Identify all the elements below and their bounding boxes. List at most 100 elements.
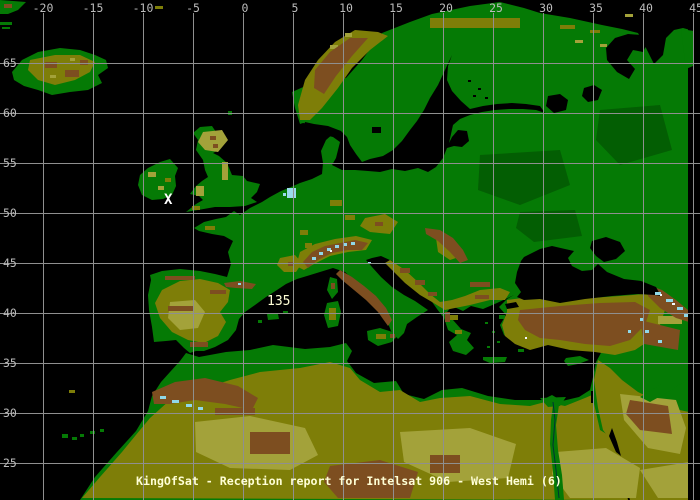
snow-caucasus-2 — [666, 299, 673, 302]
terrain-scotland-brown-1 — [210, 136, 216, 140]
snow-armenia-1 — [645, 330, 649, 333]
terrain-germany-2 — [345, 215, 355, 220]
terrain-tundra-3 — [625, 14, 633, 17]
europe-topo-map — [0, 0, 700, 500]
terrain-iceland-khaki-1 — [50, 75, 56, 78]
terrain-vosges — [300, 230, 308, 235]
terrain-cantabrian — [165, 276, 195, 280]
white-anatolia — [525, 337, 527, 339]
terrain-iceland-khaki-2 — [70, 58, 75, 61]
lon-label: 10 — [339, 2, 353, 14]
aegean-island-1 — [485, 322, 488, 324]
lon-label: 40 — [639, 2, 653, 14]
lat-label: 40 — [3, 307, 17, 319]
lon-label: 5 — [292, 2, 299, 14]
land-rhodes — [518, 349, 524, 352]
snow-caucasus-3 — [677, 307, 683, 310]
terrain-sierra-nevada — [190, 342, 208, 347]
lat-label: 65 — [3, 57, 17, 69]
sea-dead-sea — [591, 391, 593, 403]
land-mallorca — [267, 314, 279, 320]
terrain-sistema-central — [168, 306, 193, 311]
snow-armenia-2 — [658, 340, 662, 343]
terrain-stara-planina — [470, 282, 490, 287]
lat-label: 25 — [3, 457, 17, 469]
lake-ijsselmeer-2 — [283, 193, 286, 196]
land-lesbos — [499, 315, 505, 319]
terrain-iberia-brown-3 — [210, 290, 226, 294]
terrain-tundra-1 — [575, 40, 583, 43]
terrain-kola-1 — [560, 25, 575, 29]
terrain-tundra-2 — [600, 44, 607, 47]
aegean-island-3 — [497, 341, 500, 343]
lon-label: 30 — [539, 2, 553, 14]
terrain-iceland-brown-3 — [80, 60, 88, 65]
land-ibiza — [258, 320, 262, 323]
snow-atlas-4 — [198, 407, 203, 410]
terrain-corsica-brown — [331, 283, 335, 289]
terrain-kola-2 — [590, 30, 600, 33]
terrain-dinarides-2 — [415, 280, 425, 285]
land-canary-5 — [100, 429, 104, 432]
lon-label: -10 — [133, 2, 154, 14]
terrain-ireland-khaki-1 — [148, 172, 156, 177]
white-caucasus-2 — [672, 303, 675, 305]
lat-label: 60 — [3, 107, 17, 119]
snow-atlas-1 — [160, 396, 166, 399]
terrain-sicily-olive — [376, 334, 386, 339]
terrain-iceland-brown-1 — [45, 62, 57, 68]
terrain-jan-mayen — [155, 6, 163, 9]
lake-finland-3 — [473, 95, 476, 97]
lake-finland-4 — [485, 97, 488, 99]
snow-atlas-2 — [172, 400, 179, 403]
terrain-greece-olive-2 — [455, 330, 462, 334]
beam-contour-label: 135 — [267, 295, 290, 309]
map-caption: KingOfSat - Reception report for Intelsa… — [136, 474, 562, 488]
terrain-greece-olive-1 — [450, 315, 458, 320]
lat-label: 50 — [3, 207, 17, 219]
snow-atlas-3 — [186, 404, 192, 407]
reception-x-marker: X — [164, 193, 172, 207]
reception-map-screen: -20 -15 -10 -5 0 5 10 15 20 25 30 35 40 … — [0, 0, 700, 500]
terrain-bohemia-brown — [375, 222, 383, 226]
lon-label: 35 — [589, 2, 603, 14]
lake-finland-1 — [468, 80, 471, 82]
terrain-madeira — [69, 390, 75, 393]
terrain-ireland-khaki-2 — [158, 186, 164, 190]
snow-alps-1 — [312, 257, 316, 260]
terrain-pennines — [222, 162, 228, 180]
snow-alps-2 — [319, 252, 323, 255]
snow-anatolia-2 — [628, 330, 631, 333]
terrain-jura — [305, 243, 312, 248]
lake-vanern — [372, 127, 381, 133]
lat-label: 30 — [3, 407, 17, 419]
terrain-brittany — [205, 226, 215, 230]
lon-label: 15 — [389, 2, 403, 14]
land-greenland-speck-2 — [2, 27, 10, 29]
lon-label: 0 — [242, 2, 249, 14]
lake-finland-2 — [478, 88, 481, 90]
terrain-iceland-brown-2 — [65, 70, 79, 77]
aegean-island-4 — [487, 346, 490, 348]
snow-alps-4 — [335, 245, 339, 248]
terrain-dinarides-1 — [400, 268, 410, 273]
lat-label: 45 — [3, 257, 17, 269]
lake-ijsselmeer — [287, 188, 296, 198]
terrain-norway-khaki-2 — [345, 33, 352, 37]
white-caucasus-1 — [660, 294, 662, 296]
snow-pyrenees — [238, 283, 241, 285]
terrain-wales — [196, 186, 204, 196]
land-canary-1 — [62, 434, 68, 438]
land-canary-3 — [80, 434, 84, 437]
land-greenland-speck-1 — [0, 22, 12, 25]
snow-alps-6 — [351, 242, 355, 245]
lat-label: 35 — [3, 357, 17, 369]
terrain-etna — [390, 334, 395, 338]
lon-label: 20 — [439, 2, 453, 14]
land-canary-2 — [72, 437, 77, 440]
lon-label: 25 — [489, 2, 503, 14]
white-alps — [330, 250, 332, 252]
lon-label: 45 — [689, 2, 700, 14]
terrain-ireland-olive — [165, 178, 171, 182]
lat-label: 55 — [3, 157, 17, 169]
